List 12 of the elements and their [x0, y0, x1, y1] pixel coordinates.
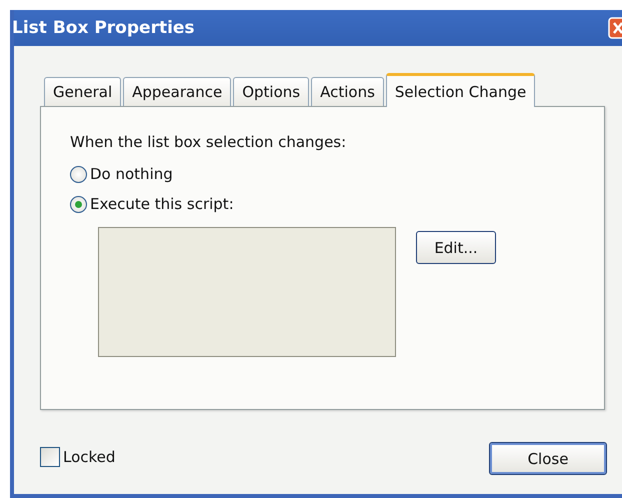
tab[interactable]: Selection Change [386, 73, 536, 107]
window-title: List Box Properties [12, 18, 195, 38]
prompt-text: When the list box selection changes: [70, 133, 348, 151]
tab[interactable]: Appearance [123, 77, 232, 106]
edit-button[interactable]: Edit... [416, 231, 496, 264]
radio-label: Do nothing [90, 165, 173, 183]
close-button[interactable]: Close [489, 442, 607, 475]
tab[interactable]: Actions [311, 77, 384, 106]
tab[interactable]: General [44, 77, 122, 106]
radio-label: Execute this script: [90, 195, 234, 213]
checkbox-label: Locked [63, 448, 116, 466]
tab[interactable]: Options [233, 77, 310, 106]
